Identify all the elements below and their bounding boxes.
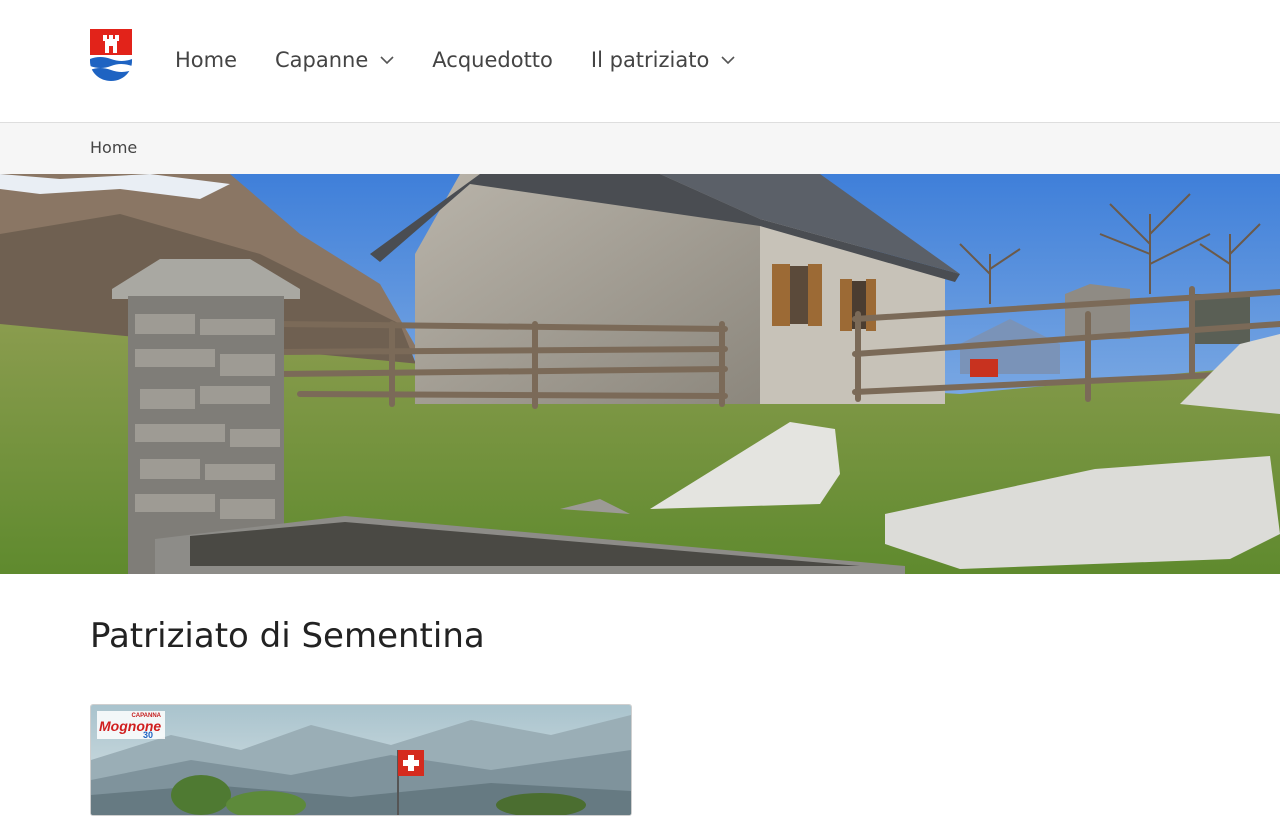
nav-item-acquedotto[interactable]: Acquedotto <box>432 48 553 72</box>
nav-item-label: Capanne <box>275 48 369 72</box>
hero-illustration <box>0 174 1280 574</box>
site-header: Home Capanne Acquedotto Il patriziato <box>0 0 1280 123</box>
nav-item-il-patriziato[interactable]: Il patriziato <box>591 48 735 72</box>
capanna-poster-image: CAPANNA Mognone 30 <box>91 705 631 815</box>
breadcrumb-item-home[interactable]: Home <box>90 138 137 157</box>
nav-item-home[interactable]: Home <box>175 48 237 72</box>
nav-item-capanne[interactable]: Capanne <box>275 48 394 72</box>
nav-item-label: Il patriziato <box>590 48 710 72</box>
breadcrumb: Home <box>0 123 1280 174</box>
coat-of-arms-logo[interactable] <box>90 29 132 81</box>
chevron-down-icon <box>380 56 394 65</box>
nav-item-label: Home <box>175 48 238 72</box>
main-nav: Home Capanne Acquedotto Il patriziato <box>175 40 773 80</box>
featured-image-card[interactable]: CAPANNA Mognone 30 <box>90 704 632 816</box>
nav-item-label: Acquedotto <box>432 48 553 72</box>
page-title: Patriziato di Sementina <box>90 616 485 656</box>
hero-image <box>0 174 1280 574</box>
chevron-down-icon <box>721 56 735 65</box>
poster-badge-number: 30 <box>143 730 153 740</box>
